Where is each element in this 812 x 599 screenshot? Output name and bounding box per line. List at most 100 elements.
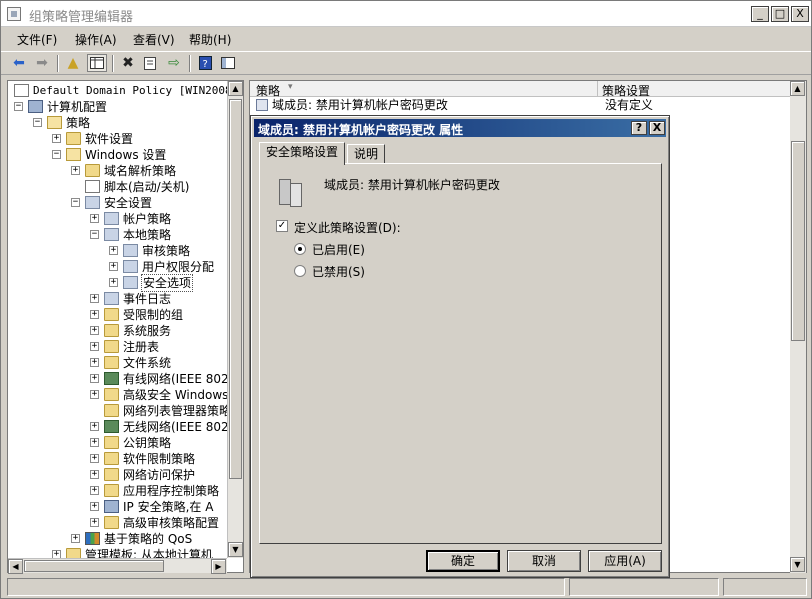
tree-scroll-down-button[interactable]: ▼ [228,542,243,557]
tree-item-label: Windows 设置 [85,148,167,162]
tree-item-label: 受限制的组 [123,308,184,322]
console-tree: Default Domain Policy [WIN2008.T − 计算机配置 − 策… [7,80,244,573]
radio-enabled[interactable] [294,243,306,255]
maximize-button[interactable]: □ [771,6,789,22]
tree-item-label: 用户权限分配 [142,260,215,274]
collapse-icon[interactable]: − [71,198,80,207]
details-scroll-down-button[interactable]: ▼ [790,557,805,572]
policy-properties-dialog: 域成员: 禁用计算机帐户密码更改 属性 ? X 安全策略设置 说明 域成员: 禁… [250,115,670,578]
up-folder-icon[interactable]: ▲ [63,54,83,72]
delete-icon[interactable]: ✖ [118,54,138,72]
collapse-icon[interactable]: − [90,230,99,239]
expand-icon[interactable]: + [109,278,118,287]
menu-action[interactable]: 操作(A) [75,31,117,48]
tree-item-label: 应用程序控制策略 [123,484,220,498]
tree-scroll-up-button[interactable]: ▲ [228,81,243,96]
properties-icon[interactable] [140,54,160,72]
define-policy-checkbox[interactable]: ✓ [276,220,288,232]
apply-button[interactable]: 应用(A) [588,550,662,572]
tree-horizontal-scrollbar[interactable]: ◀ ▶ [8,558,227,574]
tree-item-label: 软件设置 [85,132,134,146]
dialog-close-button[interactable]: X [649,121,665,135]
tree-hscroll-thumb[interactable] [24,560,164,572]
tree-item-label: IP 安全策略,在 A [123,500,214,514]
tree-scroll-thumb[interactable] [229,99,242,479]
expand-icon[interactable]: + [90,326,99,335]
expand-icon[interactable]: + [90,310,99,319]
tree-scroll-left-button[interactable]: ◀ [8,559,23,574]
minimize-button[interactable]: _ [751,6,769,22]
expand-icon[interactable]: + [90,518,99,527]
policy-setting-cell: 没有定义 [605,98,654,112]
help-icon[interactable]: ? [195,54,215,72]
collapse-icon[interactable]: − [14,102,23,111]
tree-item-label: 无线网络(IEEE 802 [123,420,229,434]
radio-disabled[interactable] [294,265,306,277]
tree-item-label: 公钥策略 [123,436,172,450]
folder-icon [104,516,119,529]
dialog-help-button[interactable]: ? [631,121,647,135]
computer-icon [104,500,119,513]
expand-icon[interactable]: + [90,390,99,399]
expand-icon[interactable]: + [90,470,99,479]
tree-item-label: 有线网络(IEEE 802 [123,372,229,386]
tree-item-label: 基于策略的 QoS [104,532,193,546]
expand-icon[interactable]: + [90,422,99,431]
console-tree-icon[interactable] [218,54,238,72]
folder-icon [104,484,119,497]
toolbar: ⬅ ➡ ▲ ✖ ⇨ ? [1,51,811,75]
tree-scroll-right-button[interactable]: ▶ [211,559,226,574]
window-title: 组策略管理编辑器 [29,10,134,25]
collapse-icon[interactable]: − [33,118,42,127]
menu-view[interactable]: 查看(V) [133,31,175,48]
tree-item-label: 审核策略 [142,244,191,258]
cancel-button[interactable]: 取消 [507,550,581,572]
tab-explain[interactable]: 说明 [347,144,386,164]
sort-arrow-icon: ▾ [288,82,293,92]
folder-icon [104,388,119,401]
define-policy-label: 定义此策略设置(D): [294,221,401,235]
expand-icon[interactable]: + [109,246,118,255]
radio-disabled-row[interactable]: 已禁用(S) [294,263,494,279]
menu-file[interactable]: 文件(F) [17,31,57,48]
back-arrow-icon[interactable]: ⬅ [9,54,29,72]
expand-icon[interactable]: + [90,374,99,383]
expand-icon[interactable]: + [90,214,99,223]
collapse-icon[interactable]: − [52,150,61,159]
expand-icon[interactable]: + [109,262,118,271]
ok-button[interactable]: 确定 [426,550,500,572]
expand-icon[interactable]: + [71,534,80,543]
expand-icon[interactable]: + [90,358,99,367]
expand-icon[interactable]: + [90,438,99,447]
expand-icon[interactable]: + [71,166,80,175]
expand-icon[interactable]: + [90,294,99,303]
expand-icon[interactable]: + [52,134,61,143]
expand-icon[interactable]: + [90,342,99,351]
tree-vertical-scrollbar[interactable]: ▲ ▼ [227,81,243,558]
details-vertical-scrollbar[interactable]: ▲ ▼ [790,81,806,573]
expand-icon[interactable]: + [90,486,99,495]
details-scroll-thumb[interactable] [791,141,805,341]
tree-item-label: 帐户策略 [123,212,172,226]
folder-icon [104,468,119,481]
expand-icon[interactable]: + [90,454,99,463]
tree-item-label: 安全选项 [141,274,194,292]
computer-icon [28,100,43,113]
tree-item-label: 软件限制策略 [123,452,196,466]
show-hide-tree-icon[interactable] [87,54,107,72]
tree-item-label: 事件日志 [123,292,172,306]
list-item[interactable]: 域成员: 禁用计算机帐户密码更改 没有定义 [250,97,790,113]
export-list-icon[interactable]: ⇨ [164,54,184,72]
radio-enabled-row[interactable]: 已启用(E) [294,241,494,257]
expand-icon[interactable]: + [90,502,99,511]
security-policy-icon [104,228,119,241]
details-scroll-up-button[interactable]: ▲ [790,81,805,96]
tab-security-policy-setting[interactable]: 安全策略设置 [259,142,346,165]
status-segment-2 [569,578,719,596]
forward-arrow-icon[interactable]: ➡ [32,54,52,72]
close-button[interactable]: X [791,6,809,22]
folder-icon [104,356,119,369]
menu-help[interactable]: 帮助(H) [189,31,231,48]
tree-item-label: 策略 [66,116,91,130]
status-segment-3 [723,578,807,596]
